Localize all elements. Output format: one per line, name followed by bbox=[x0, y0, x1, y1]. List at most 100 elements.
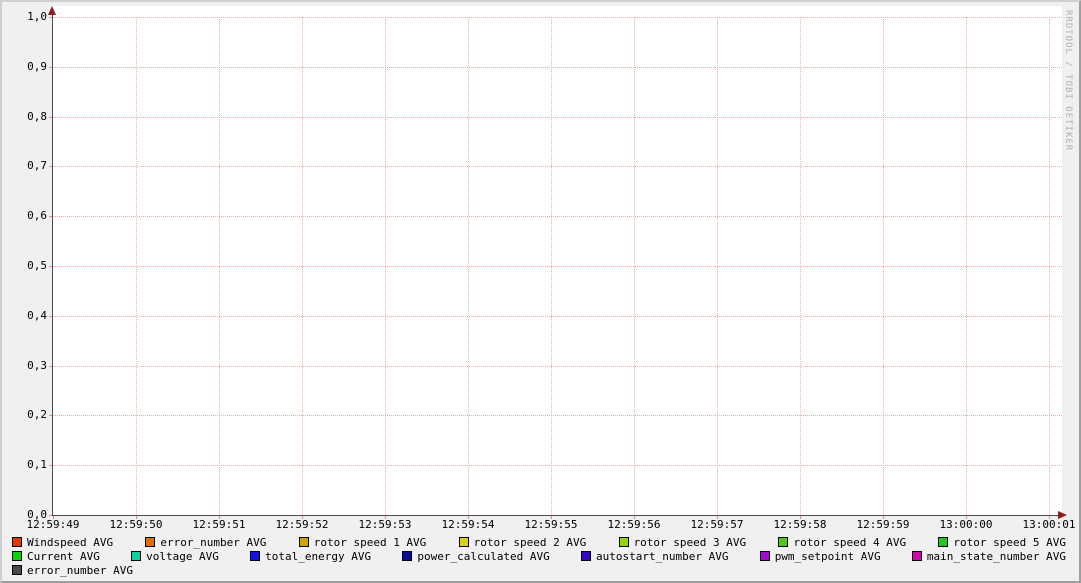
gridline-horizontal bbox=[53, 216, 1062, 217]
gridline-vertical bbox=[966, 17, 967, 516]
legend-swatch bbox=[760, 551, 770, 561]
gridline-vertical bbox=[634, 17, 635, 516]
legend-swatch bbox=[12, 565, 22, 575]
legend-item: voltage AVG bbox=[131, 550, 219, 563]
legend-label: rotor speed 1 AVG bbox=[314, 536, 427, 549]
y-tick-label: 0,4 bbox=[4, 309, 47, 322]
y-axis-tick bbox=[49, 67, 52, 68]
x-axis-line bbox=[52, 515, 1059, 516]
x-tick-label: 12:59:51 bbox=[188, 518, 250, 531]
legend-item: rotor speed 1 AVG bbox=[299, 536, 427, 549]
legend-label: error_number AVG bbox=[160, 536, 266, 549]
legend-label: voltage AVG bbox=[146, 550, 219, 563]
legend-row: Current AVG voltage AVG total_energy AVG po… bbox=[12, 549, 1066, 563]
legend-label: rotor speed 3 AVG bbox=[634, 536, 747, 549]
legend-label: rotor speed 5 AVG bbox=[953, 536, 1066, 549]
gridline-vertical bbox=[302, 17, 303, 516]
y-axis-tick bbox=[49, 266, 52, 267]
legend-label: total_energy AVG bbox=[265, 550, 371, 563]
y-axis-tick bbox=[49, 515, 52, 516]
y-axis-tick bbox=[49, 465, 52, 466]
legend-item: rotor speed 5 AVG bbox=[938, 536, 1066, 549]
gridline-horizontal bbox=[53, 465, 1062, 466]
y-tick-label: 0,1 bbox=[4, 458, 47, 471]
gridline-vertical bbox=[717, 17, 718, 516]
legend-item: Current AVG bbox=[12, 550, 100, 563]
legend-swatch bbox=[131, 551, 141, 561]
legend-label: power_calculated AVG bbox=[417, 550, 549, 563]
gridline-horizontal bbox=[53, 366, 1062, 367]
gridline-vertical bbox=[219, 17, 220, 516]
legend-swatch bbox=[250, 551, 260, 561]
legend-swatch bbox=[778, 537, 788, 547]
legend-label: autostart_number AVG bbox=[596, 550, 728, 563]
gridline-vertical bbox=[883, 17, 884, 516]
x-tick-label: 12:59:50 bbox=[105, 518, 167, 531]
y-tick-label: 1,0 bbox=[4, 10, 47, 23]
x-tick-label: 12:59:58 bbox=[769, 518, 831, 531]
legend-label: Windspeed AVG bbox=[27, 536, 113, 549]
y-axis-tick bbox=[49, 366, 52, 367]
gridline-vertical bbox=[385, 17, 386, 516]
legend-row: error_number AVG bbox=[12, 563, 1066, 577]
gridline-vertical bbox=[800, 17, 801, 516]
y-tick-label: 0,5 bbox=[4, 259, 47, 272]
legend-swatch bbox=[459, 537, 469, 547]
y-axis-tick bbox=[49, 117, 52, 118]
legend-item: Windspeed AVG bbox=[12, 536, 113, 549]
legend-label: error_number AVG bbox=[27, 564, 133, 577]
x-tick-label: 13:00:01 bbox=[1018, 518, 1080, 531]
gridline-horizontal bbox=[53, 415, 1062, 416]
x-tick-label: 12:59:57 bbox=[686, 518, 748, 531]
x-tick-label: 13:00:00 bbox=[935, 518, 997, 531]
gridline-vertical bbox=[468, 17, 469, 516]
legend-label: main_state_number AVG bbox=[927, 550, 1066, 563]
x-tick-label: 12:59:59 bbox=[852, 518, 914, 531]
legend-swatch bbox=[299, 537, 309, 547]
legend-swatch bbox=[145, 537, 155, 547]
legend-swatch bbox=[12, 537, 22, 547]
gridline-horizontal bbox=[53, 316, 1062, 317]
y-axis-tick bbox=[49, 216, 52, 217]
gridline-vertical bbox=[1049, 17, 1050, 516]
legend-swatch bbox=[619, 537, 629, 547]
x-tick-label: 12:59:49 bbox=[22, 518, 84, 531]
legend-item: power_calculated AVG bbox=[402, 550, 549, 563]
gridline-horizontal bbox=[53, 117, 1062, 118]
legend-item: rotor speed 3 AVG bbox=[619, 536, 747, 549]
y-tick-label: 0,9 bbox=[4, 60, 47, 73]
legend-item: error_number AVG bbox=[145, 536, 266, 549]
x-tick-label: 12:59:52 bbox=[271, 518, 333, 531]
plot-area bbox=[53, 6, 1062, 516]
gridline-vertical bbox=[136, 17, 137, 516]
legend-swatch bbox=[581, 551, 591, 561]
legend-label: rotor speed 4 AVG bbox=[793, 536, 906, 549]
watermark: RRDTOOL / TOBI OETIKER bbox=[1063, 10, 1073, 151]
legend-item: rotor speed 4 AVG bbox=[778, 536, 906, 549]
y-axis-tick bbox=[49, 17, 52, 18]
legend-label: pwm_setpoint AVG bbox=[775, 550, 881, 563]
legend-item: rotor speed 2 AVG bbox=[459, 536, 587, 549]
gridline-horizontal bbox=[53, 166, 1062, 167]
legend-item: pwm_setpoint AVG bbox=[760, 550, 881, 563]
x-tick-label: 12:59:55 bbox=[520, 518, 582, 531]
legend-item: autostart_number AVG bbox=[581, 550, 728, 563]
legend-item: error_number AVG bbox=[12, 564, 133, 577]
y-axis-line bbox=[52, 10, 53, 516]
x-tick-label: 12:59:56 bbox=[603, 518, 665, 531]
legend-label: rotor speed 2 AVG bbox=[474, 536, 587, 549]
legend-swatch bbox=[12, 551, 22, 561]
y-tick-label: 0,2 bbox=[4, 408, 47, 421]
y-tick-label: 0,6 bbox=[4, 209, 47, 222]
legend-swatch bbox=[402, 551, 412, 561]
y-tick-label: 0,8 bbox=[4, 110, 47, 123]
x-tick-label: 12:59:54 bbox=[437, 518, 499, 531]
y-tick-label: 0,3 bbox=[4, 359, 47, 372]
legend: Windspeed AVG error_number AVG rotor speed… bbox=[12, 535, 1066, 577]
x-tick-label: 12:59:53 bbox=[354, 518, 416, 531]
y-axis-arrow-icon bbox=[48, 6, 56, 15]
legend-label: Current AVG bbox=[27, 550, 100, 563]
legend-swatch bbox=[912, 551, 922, 561]
y-axis-tick bbox=[49, 415, 52, 416]
legend-item: main_state_number AVG bbox=[912, 550, 1066, 563]
